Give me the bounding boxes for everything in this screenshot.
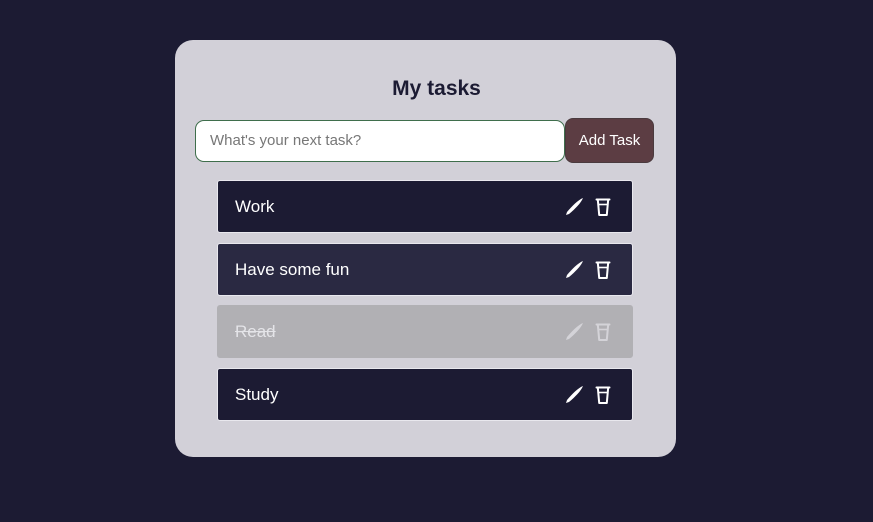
task-text[interactable]: Study (235, 385, 564, 405)
task-text[interactable]: Have some fun (235, 260, 564, 280)
add-task-form: Add Task (195, 118, 654, 163)
task-input[interactable] (195, 119, 565, 162)
pen-icon[interactable] (564, 259, 584, 281)
trash-icon[interactable] (593, 259, 613, 281)
task-item-completed: Read (217, 305, 633, 358)
task-actions (564, 384, 613, 406)
task-item: Work (217, 180, 633, 233)
pen-icon[interactable] (564, 321, 584, 343)
task-actions (564, 259, 613, 281)
task-item: Study (217, 368, 633, 421)
task-text[interactable]: Read (235, 322, 564, 342)
task-actions (564, 321, 613, 343)
task-actions (564, 196, 613, 218)
trash-icon[interactable] (593, 321, 613, 343)
add-task-button[interactable]: Add Task (565, 118, 654, 163)
pen-icon[interactable] (564, 384, 584, 406)
pen-icon[interactable] (564, 196, 584, 218)
task-item: Have some fun (217, 243, 633, 296)
trash-icon[interactable] (593, 196, 613, 218)
task-text[interactable]: Work (235, 197, 564, 217)
page-title: My tasks (392, 77, 481, 100)
trash-icon[interactable] (593, 384, 613, 406)
